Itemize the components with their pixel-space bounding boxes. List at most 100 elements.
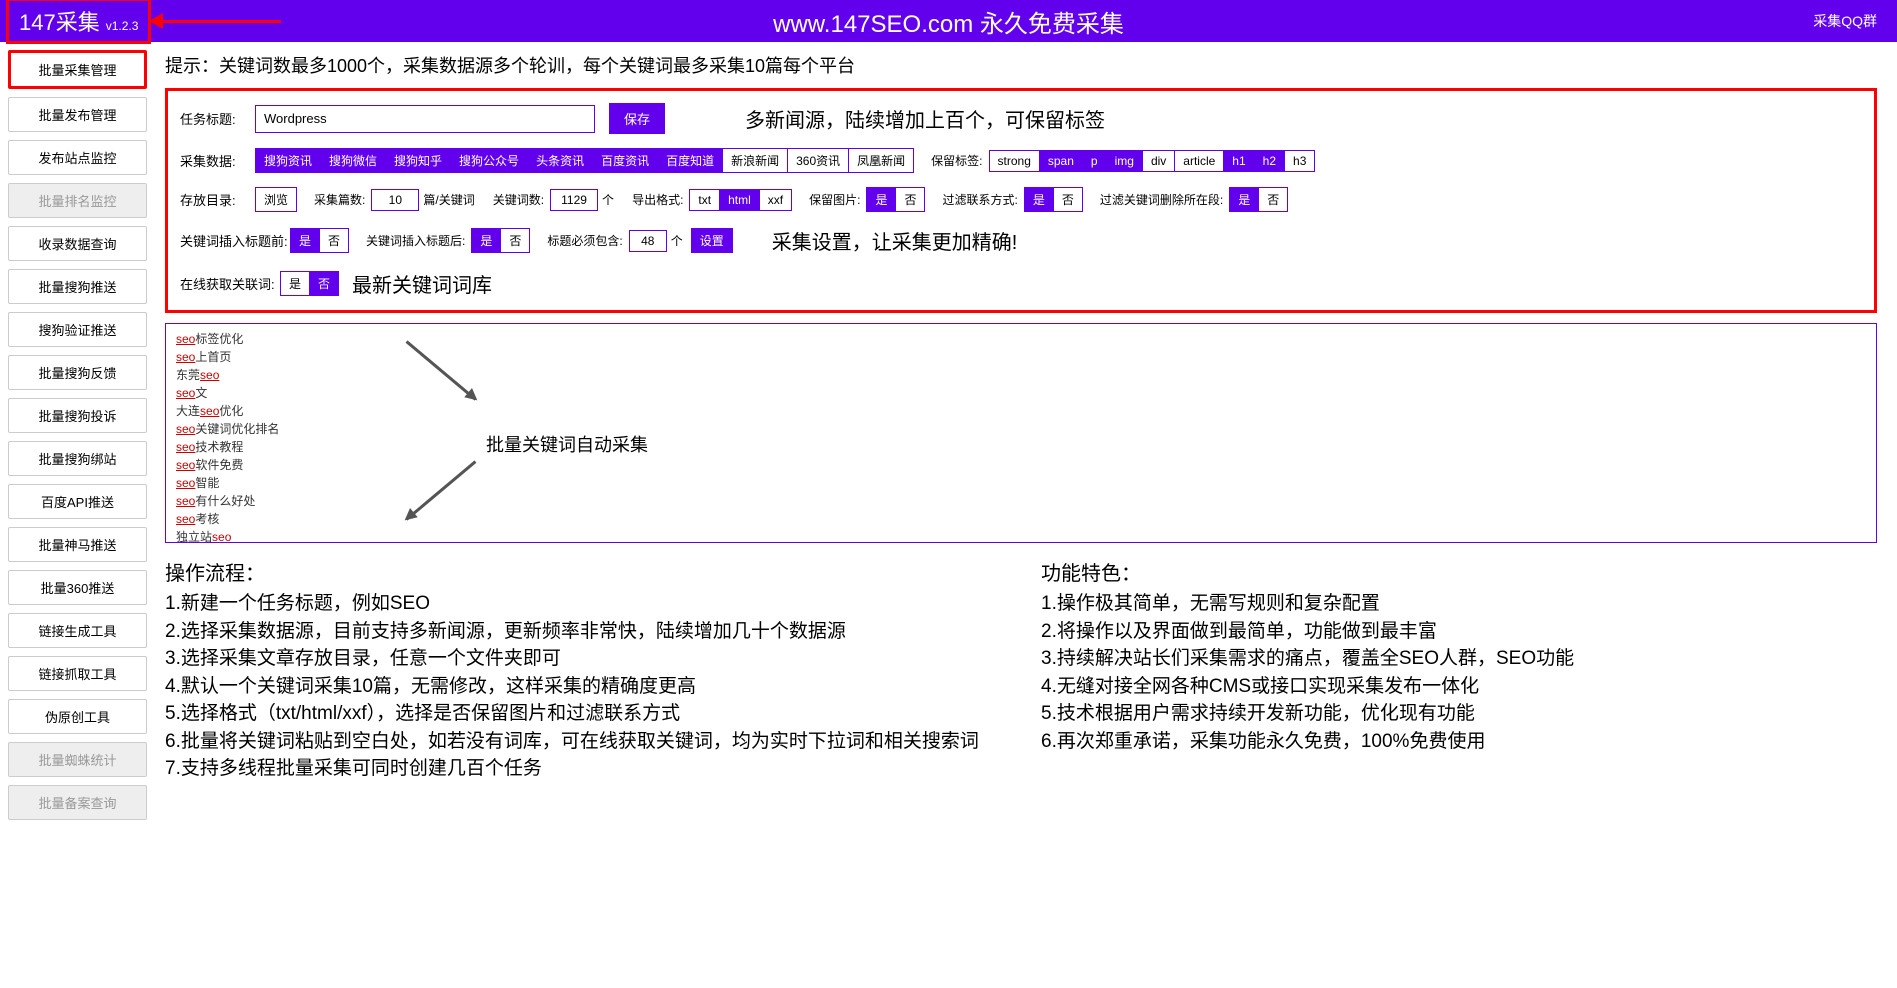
keyword-line: seo关键词优化排名 (176, 420, 1866, 438)
sidebar-item-4[interactable]: 收录数据查询 (8, 226, 147, 261)
task-title-input[interactable] (255, 105, 595, 133)
sidebar-item-16: 批量蜘蛛统计 (8, 742, 147, 777)
process-column: 操作流程： 1.新建一个任务标题，例如SEO2.选择采集数据源，目前支持多新闻源… (165, 557, 1001, 783)
sidebar-item-6[interactable]: 搜狗验证推送 (8, 312, 147, 347)
keyword-line: seo文 (176, 384, 1866, 402)
source-option-6[interactable]: 百度知道 (657, 148, 723, 173)
filter-kw-del-no[interactable]: 否 (1258, 187, 1288, 212)
keep-img-label: 保留图片: (809, 191, 860, 208)
keyword-line: seo考核 (176, 510, 1866, 528)
filter-contact-yes[interactable]: 是 (1024, 187, 1054, 212)
save-button[interactable]: 保存 (609, 103, 665, 134)
main-content: 提示：关键词数最多1000个，采集数据源多个轮训，每个关键词最多采集10篇每个平… (155, 42, 1897, 828)
keep-tag-option-3[interactable]: img (1106, 150, 1143, 172)
features-item-3: 4.无缝对接全网各种CMS或接口实现采集发布一体化 (1041, 673, 1877, 701)
kwcount-label: 关键词数: (493, 191, 544, 208)
features-item-4: 5.技术根据用户需求持续开发新功能，优化现有功能 (1041, 700, 1877, 728)
sidebar-item-7[interactable]: 批量搜狗反馈 (8, 355, 147, 390)
sidebar-item-12[interactable]: 批量360推送 (8, 570, 147, 605)
sidebar-item-17: 批量备案查询 (8, 785, 147, 820)
keep-tag-option-2[interactable]: p (1082, 150, 1107, 172)
logo-box: 147采集 v1.2.3 (6, 0, 151, 44)
process-item-5: 6.批量将关键词粘贴到空白处，如若没有词库，可在线获取关键词，均为实时下拉词和相… (165, 728, 1001, 756)
features-column: 功能特色： 1.操作极其简单，无需写规则和复杂配置2.将操作以及界面做到最简单，… (1041, 557, 1877, 783)
keyword-line: 独立站seo (176, 528, 1866, 543)
keep-tag-option-5[interactable]: article (1174, 150, 1224, 172)
features-item-1: 2.将操作以及界面做到最简单，功能做到最丰富 (1041, 618, 1877, 646)
dir-label: 存放目录: (180, 190, 255, 209)
app-logo: 147采集 (19, 5, 100, 37)
process-item-2: 3.选择采集文章存放目录，任意一个文件夹即可 (165, 645, 1001, 673)
sidebar-item-8[interactable]: 批量搜狗投诉 (8, 398, 147, 433)
source-option-4[interactable]: 头条资讯 (527, 148, 593, 173)
count-label: 采集篇数: (314, 191, 365, 208)
keywords-textarea[interactable]: 批量关键词自动采集 seo标签优化seo上首页东莞seoseo文大连seo优化s… (165, 323, 1877, 543)
source-option-5[interactable]: 百度资讯 (592, 148, 658, 173)
source-option-7[interactable]: 新浪新闻 (722, 148, 788, 173)
source-option-1[interactable]: 搜狗微信 (320, 148, 386, 173)
filter-kw-del-yes[interactable]: 是 (1229, 187, 1259, 212)
sidebar-item-5[interactable]: 批量搜狗推送 (8, 269, 147, 304)
count-unit: 篇/关键词 (423, 191, 474, 208)
sidebar-item-3: 批量排名监控 (8, 183, 147, 218)
sidebar-item-0[interactable]: 批量采集管理 (8, 50, 147, 89)
hint-text: 提示：关键词数最多1000个，采集数据源多个轮训，每个关键词最多采集10篇每个平… (165, 52, 1877, 78)
export-option-1[interactable]: html (719, 189, 760, 211)
kw-before-label: 关键词插入标题前: (180, 231, 290, 250)
online-kw-no[interactable]: 否 (309, 271, 339, 296)
source-option-9[interactable]: 凤凰新闻 (848, 148, 914, 173)
keyword-line: 大连seo优化 (176, 402, 1866, 420)
sidebar-item-13[interactable]: 链接生成工具 (8, 613, 147, 648)
features-item-0: 1.操作极其简单，无需写规则和复杂配置 (1041, 590, 1877, 618)
export-label: 导出格式: (632, 191, 683, 208)
sidebar-item-2[interactable]: 发布站点监控 (8, 140, 147, 175)
browse-button[interactable]: 浏览 (255, 187, 297, 212)
keep-tag-option-8[interactable]: h3 (1284, 150, 1315, 172)
kw-after-label: 关键词插入标题后: (366, 232, 465, 249)
online-kw-label: 在线获取关联词: (180, 274, 280, 293)
export-option-2[interactable]: xxf (759, 189, 792, 211)
sidebar: 批量采集管理批量发布管理发布站点监控批量排名监控收录数据查询批量搜狗推送搜狗验证… (0, 42, 155, 828)
count-input[interactable] (371, 189, 419, 211)
keep-img-no[interactable]: 否 (895, 187, 925, 212)
title-must-input[interactable] (629, 230, 667, 252)
sidebar-item-1[interactable]: 批量发布管理 (8, 97, 147, 132)
keep-tag-option-6[interactable]: h1 (1223, 150, 1254, 172)
relword-title: 最新关键词词库 (352, 269, 492, 298)
keep-tag-option-0[interactable]: strong (989, 150, 1040, 172)
sidebar-item-11[interactable]: 批量神马推送 (8, 527, 147, 562)
process-item-3: 4.默认一个关键词采集10篇，无需修改，这样采集的精确度更高 (165, 673, 1001, 701)
kw-before-yes[interactable]: 是 (290, 228, 320, 253)
source-option-2[interactable]: 搜狗知乎 (385, 148, 451, 173)
export-option-0[interactable]: txt (689, 189, 720, 211)
keep-tag-option-4[interactable]: div (1142, 150, 1175, 172)
sidebar-item-9[interactable]: 批量搜狗绑站 (8, 441, 147, 476)
kw-before-no[interactable]: 否 (319, 228, 349, 253)
set-button[interactable]: 设置 (691, 228, 733, 253)
kw-after-no[interactable]: 否 (500, 228, 530, 253)
kwcount-input[interactable] (550, 189, 598, 211)
kw-after-yes[interactable]: 是 (471, 228, 501, 253)
filter-kw-del-label: 过滤关键词删除所在段: (1100, 191, 1223, 208)
source-option-3[interactable]: 搜狗公众号 (450, 148, 528, 173)
features-item-2: 3.持续解决站长们采集需求的痛点，覆盖全SEO人群，SEO功能 (1041, 645, 1877, 673)
filter-contact-no[interactable]: 否 (1053, 187, 1083, 212)
online-kw-yes[interactable]: 是 (280, 271, 310, 296)
process-item-4: 5.选择格式（txt/html/xxf），选择是否保留图片和过滤联系方式 (165, 700, 1001, 728)
sidebar-item-10[interactable]: 百度API推送 (8, 484, 147, 519)
sidebar-item-15[interactable]: 伪原创工具 (8, 699, 147, 734)
process-item-0: 1.新建一个任务标题，例如SEO (165, 590, 1001, 618)
source-option-0[interactable]: 搜狗资讯 (255, 148, 321, 173)
settings-panel: 任务标题: 保存 多新闻源，陆续增加上百个，可保留标签 采集数据: 搜狗资讯搜狗… (165, 88, 1877, 313)
features-title: 功能特色： (1041, 557, 1877, 586)
keep-tag-option-7[interactable]: h2 (1254, 150, 1285, 172)
keep-img-yes[interactable]: 是 (866, 187, 896, 212)
sidebar-item-14[interactable]: 链接抓取工具 (8, 656, 147, 691)
title-must-unit: 个 (671, 232, 683, 249)
source-option-8[interactable]: 360资讯 (787, 148, 849, 173)
title-label: 任务标题: (180, 109, 255, 128)
annotation-sources: 多新闻源，陆续增加上百个，可保留标签 (745, 104, 1105, 133)
keep-tag-option-1[interactable]: span (1039, 150, 1083, 172)
qq-group-link[interactable]: 采集QQ群 (1813, 11, 1877, 31)
keyword-line: seo软件免费 (176, 456, 1866, 474)
